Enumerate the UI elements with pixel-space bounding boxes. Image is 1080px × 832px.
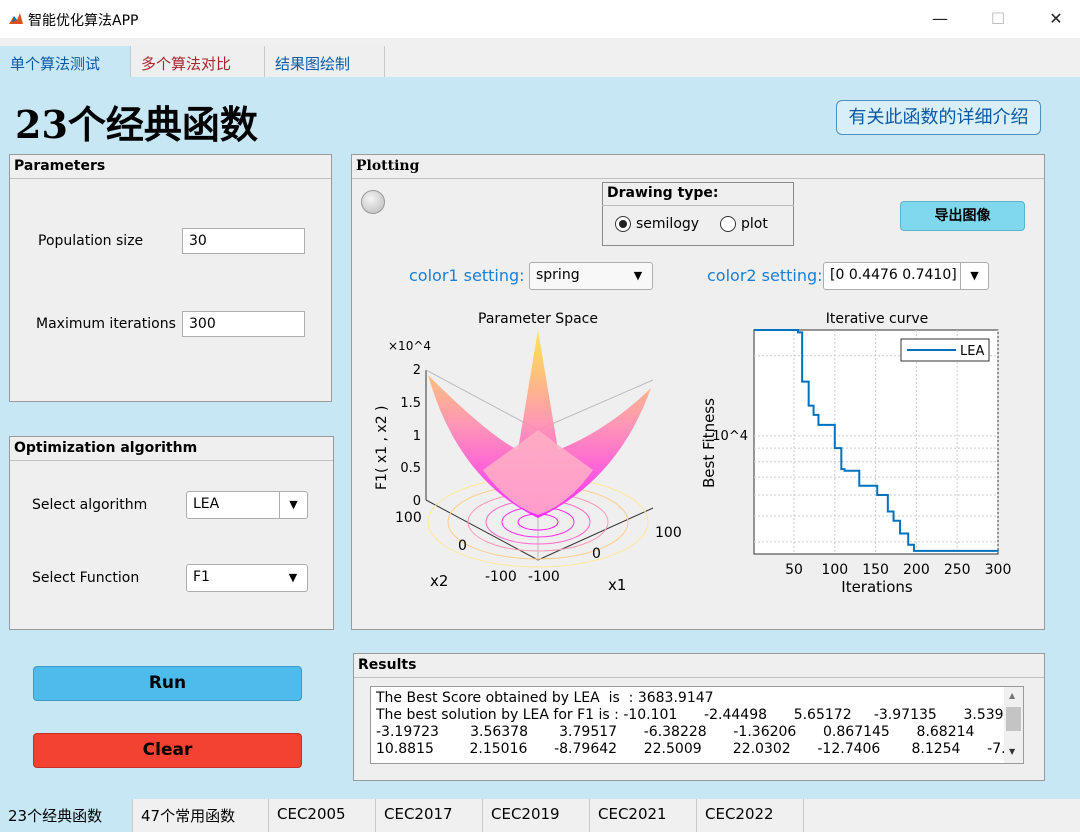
results-title: Results <box>354 654 1044 678</box>
select-algorithm-label: Select algorithm <box>32 497 148 513</box>
tab-cec2019[interactable]: CEC2019 <box>483 799 590 832</box>
function-info-button[interactable]: 有关此函数的详细介绍 <box>836 100 1041 135</box>
results-scrollbar[interactable]: ▲ ▼ <box>1004 687 1023 763</box>
color2-label: color2 setting: <box>707 266 823 285</box>
x-tick-label: 250 <box>944 562 971 578</box>
x-tick-label: 100 <box>821 562 848 578</box>
export-image-button[interactable]: 导出图像 <box>900 201 1025 231</box>
curve-xlabel: Iterations <box>841 578 913 596</box>
curve-legend: LEA <box>900 338 990 362</box>
curve-title: Iterative curve <box>826 311 929 327</box>
curve-ylabel: Best Fitness <box>700 398 718 488</box>
y-tick: 100 <box>395 510 422 526</box>
chevron-down-icon: ▼ <box>960 263 988 289</box>
maximize-button[interactable]: ☐ <box>978 6 1018 32</box>
algorithm-title: Optimization algorithm <box>10 437 333 461</box>
page-title: 23个经典函数 <box>15 102 258 147</box>
chevron-down-icon: ▼ <box>288 571 298 584</box>
x-tick-label: 200 <box>903 562 930 578</box>
scroll-up-icon[interactable]: ▲ <box>1009 691 1015 700</box>
color1-label: color1 setting: <box>409 266 525 285</box>
clear-button[interactable]: Clear <box>33 733 302 768</box>
semilogy-label: semilogy <box>636 216 700 232</box>
iterations-label: Maximum iterations <box>36 316 176 332</box>
surface-title: Parameter Space <box>478 311 598 327</box>
x-tick: 100 <box>655 525 682 541</box>
tab-23-classic[interactable]: 23个经典函数 <box>0 799 133 832</box>
plotting-title: Plotting <box>352 155 1044 179</box>
x-tick-label: 150 <box>862 562 889 578</box>
parameters-title: Parameters <box>10 155 331 179</box>
chevron-down-icon: ▼ <box>279 492 307 518</box>
parameter-space-chart: Parameter Space ×10^4 2 1.5 1 0.5 0 F1( … <box>374 311 682 594</box>
y-tick: -100 <box>485 569 517 585</box>
algorithm-panel: Optimization algorithm <box>9 436 334 630</box>
minimize-button[interactable]: — <box>920 6 960 32</box>
window-title: 智能优化算法APP <box>28 13 139 29</box>
chevron-down-icon: ▼ <box>633 269 643 282</box>
surface-xlabel: x1 <box>608 576 626 594</box>
result-line: The Best Score obtained by LEA is : 3683… <box>376 690 714 706</box>
semilogy-radio[interactable] <box>615 216 631 232</box>
x-tick-label: 300 <box>985 562 1012 578</box>
z-tick: 0 <box>413 494 421 509</box>
y-tick: 0 <box>458 538 467 554</box>
surface-zlabel: F1( x1 , x2 ) <box>374 405 390 490</box>
title-bar <box>0 0 1080 38</box>
algorithm-select-value: LEA <box>193 496 220 512</box>
tab-cec2021[interactable]: CEC2021 <box>590 799 697 832</box>
z-exponent: ×10^4 <box>388 339 431 353</box>
tab-cec2022[interactable]: CEC2022 <box>697 799 804 832</box>
tab-47-common[interactable]: 47个常用函数 <box>133 799 269 832</box>
parameters-panel: Parameters <box>9 154 332 402</box>
tab-multi-algorithm[interactable]: 多个算法对比 <box>131 46 265 78</box>
plot-radio[interactable] <box>720 216 736 232</box>
function-select[interactable]: F1 ▼ <box>186 564 308 592</box>
iterations-input[interactable]: 300 <box>182 311 305 337</box>
algorithm-select[interactable]: LEA ▼ <box>186 491 308 519</box>
z-tick: 0.5 <box>400 461 421 476</box>
z-tick: 2 <box>413 363 421 378</box>
x-tick-label: 50 <box>785 562 803 578</box>
result-line: -3.19723 3.56378 3.79517 -6.38228 -1.362… <box>376 724 1024 740</box>
tab-single-algorithm[interactable]: 单个算法测试 <box>0 46 131 78</box>
status-lamp <box>361 190 385 214</box>
function-select-value: F1 <box>193 569 210 585</box>
tab-cec2005[interactable]: CEC2005 <box>269 799 376 832</box>
population-input[interactable]: 30 <box>182 228 305 254</box>
scroll-down-icon[interactable]: ▼ <box>1009 747 1015 756</box>
color1-select-value: spring <box>536 267 580 283</box>
results-textarea[interactable]: The Best Score obtained by LEA is : 3683… <box>370 686 1024 764</box>
surface-ylabel: x2 <box>430 572 448 590</box>
x-tick: -100 <box>528 569 560 585</box>
z-tick: 1 <box>413 429 421 444</box>
tab-cec2017[interactable]: CEC2017 <box>376 799 483 832</box>
matlab-logo-icon <box>8 11 24 27</box>
population-label: Population size <box>38 233 144 249</box>
color2-select-value: [0 0.4476 0.7410] <box>830 267 957 283</box>
result-line: The best solution by LEA for F1 is : -10… <box>376 707 1022 723</box>
result-line: 10.8815 2.15016 -8.79642 22.5009 22.0302… <box>376 741 1024 757</box>
close-button[interactable]: ✕ <box>1036 6 1076 32</box>
drawing-type-title: Drawing type: <box>602 182 794 206</box>
iterative-curve-chart: Iterative curve 50 100 150 200 250 300 10^4 L… <box>700 311 1012 596</box>
color2-select[interactable]: [0 0.4476 0.7410] ▼ <box>823 262 989 290</box>
tab-result-plot[interactable]: 结果图绘制 <box>265 46 385 78</box>
run-button[interactable]: Run <box>33 666 302 701</box>
plot-label: plot <box>741 216 768 232</box>
z-tick: 1.5 <box>400 396 421 411</box>
color1-select[interactable]: spring ▼ <box>529 262 653 290</box>
legend-lea: LEA <box>960 344 984 359</box>
scroll-thumb[interactable] <box>1006 707 1021 731</box>
x-tick: 0 <box>592 546 601 562</box>
select-function-label: Select Function <box>32 570 140 586</box>
